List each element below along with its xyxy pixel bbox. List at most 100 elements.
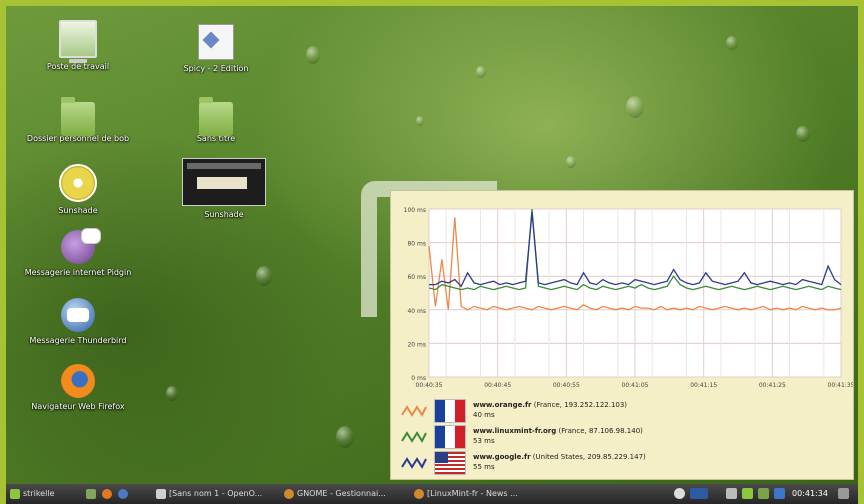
legend-row-orange: www.orange.fr (France, 193.252.122.103) … (401, 399, 841, 423)
browser-icon (414, 488, 424, 499)
wallpaper-drop (726, 36, 738, 50)
desktop-icon-label: Messagerie Thunderbird (29, 336, 127, 345)
fr-flag-icon (434, 399, 466, 423)
desktop-icon-label: Sunshade (58, 206, 98, 215)
task-openoffice[interactable]: [Sans nom 1 - OpenO... (156, 487, 276, 501)
x-tick-label: 00:41:05 (622, 382, 649, 389)
fr-flag-icon (434, 425, 466, 449)
desktop-icon-thunderbird[interactable]: Messagerie Thunderbird (18, 298, 138, 346)
thunderbird-launcher[interactable] (118, 487, 132, 501)
task-label: [LinuxMint-fr - News ... (427, 489, 518, 498)
legend-detail: (France, 193.252.122.103) (533, 401, 628, 409)
task-gnome[interactable]: GNOME - Gestionnai... (284, 487, 404, 501)
taskbar: strikelle [Sans nom 1 - OpenO... GNOME -… (6, 484, 858, 504)
show-desktop-launcher[interactable] (86, 487, 100, 501)
legend-host: www.google.fr (United States, 209.85.229… (473, 453, 646, 461)
folder-icon (199, 97, 233, 136)
firefox-icon (61, 364, 95, 398)
document-icon (156, 488, 166, 499)
clock[interactable]: 00:41:34 (792, 487, 832, 501)
x-tick-label: 00:40:55 (553, 382, 580, 389)
desktop-icon-label: Sunshade (204, 210, 244, 219)
wallpaper-drop (336, 426, 354, 448)
desktop-icon-computer[interactable]: Poste de travail (18, 20, 138, 72)
wallpaper-drop (256, 266, 272, 286)
menu-button[interactable]: strikelle (10, 487, 70, 501)
disc-icon (59, 164, 97, 202)
task-label: [Sans nom 1 - OpenO... (169, 489, 263, 498)
desktop-icon-folder[interactable]: Sans titre (156, 96, 276, 144)
wallpaper-drop (306, 46, 320, 64)
desktop-icon-firefox[interactable]: Navigateur Web Firefox (18, 364, 138, 412)
firefox-icon (102, 488, 112, 499)
legend-hostname: www.google.fr (473, 453, 531, 461)
update-manager-icon[interactable] (758, 488, 769, 499)
wallpaper-drop (166, 386, 178, 401)
desktop-icon-sunshade-thumbnail[interactable]: Sunshade (174, 158, 274, 220)
desktop-icon-label: Navigateur Web Firefox (31, 402, 125, 411)
keyboard-layout-icon[interactable] (690, 488, 708, 499)
legend-wave-line (401, 431, 427, 444)
x-tick-label: 00:41:15 (690, 382, 717, 389)
legend-row-linuxmint: www.linuxmint-fr.org (France, 87.106.98.… (401, 425, 841, 449)
task-label: GNOME - Gestionnai... (297, 489, 386, 498)
y-tick-label: 100 ms (404, 207, 426, 214)
wallpaper-drop (796, 126, 810, 142)
wallpaper-drop (476, 66, 486, 78)
y-tick-label: 60 ms (407, 274, 426, 281)
legend-latency: 53 ms (473, 437, 495, 445)
legend-host: www.orange.fr (France, 193.252.122.103) (473, 401, 627, 409)
firefox-launcher[interactable] (102, 487, 116, 501)
legend-host: www.linuxmint-fr.org (France, 87.106.98.… (473, 427, 643, 435)
wifi-icon[interactable] (742, 488, 753, 499)
mint-menu-icon (10, 488, 20, 499)
latency-chart: 100 ms 80 ms 60 ms 40 ms 20 ms 0 ms 00:40:35 0… (404, 207, 853, 389)
desktop-icon-label: Messagerie internet Pidgin (24, 268, 132, 277)
legend-row-google: www.google.fr (United States, 209.85.229… (401, 451, 841, 475)
x-tick-label: 00:41:25 (759, 382, 786, 389)
desktop-icon-label: Spicy - 2 Édition (183, 64, 249, 73)
desktop-icon-home-folder[interactable]: Dossier personnel de bob (18, 96, 138, 144)
us-flag-icon (434, 451, 466, 475)
orange-wave-icon (401, 405, 427, 418)
lock-icon[interactable] (726, 488, 737, 499)
menu-user-label: strikelle (23, 489, 55, 498)
desktop-icon (86, 488, 96, 499)
legend-detail: (United States, 209.85.229.147) (532, 453, 646, 461)
legend-latency: 55 ms (473, 463, 495, 471)
ping-graph-window[interactable]: 100 ms 80 ms 60 ms 40 ms 20 ms 0 ms 00:40:35 0… (390, 190, 854, 480)
green-wave-icon (401, 431, 427, 444)
desktop-icon-document[interactable]: Spicy - 2 Édition (156, 24, 276, 74)
desktop-icon-sunshade-disc[interactable]: Sunshade (18, 164, 138, 216)
legend-hostname: www.orange.fr (473, 401, 532, 409)
y-tick-label: 20 ms (407, 341, 426, 348)
legend-detail: (France, 87.106.98.140) (558, 427, 643, 435)
wallpaper-drop (566, 156, 576, 168)
wallpaper-drop (626, 96, 644, 118)
wallpaper-drop (416, 116, 424, 126)
legend-wave-line (401, 405, 427, 418)
legend-latency: 40 ms (473, 411, 495, 419)
desktop-icon-pidgin[interactable]: Messagerie internet Pidgin (18, 228, 138, 278)
x-tick-label: 00:40:45 (484, 382, 511, 389)
bluetooth-icon[interactable] (774, 488, 785, 499)
blue-wave-icon (401, 457, 427, 470)
y-tick-label: 0 ms (411, 375, 426, 382)
window-thumbnail (182, 158, 266, 206)
thunderbird-icon (118, 488, 128, 499)
task-linuxmint[interactable]: [LinuxMint-fr - News ... (414, 487, 534, 501)
pidgin-icon (61, 228, 101, 264)
home-folder-icon (61, 97, 95, 136)
y-tick-label: 40 ms (407, 308, 426, 315)
power-icon[interactable] (838, 488, 849, 499)
legend-wave-line (401, 457, 427, 470)
thunderbird-icon (61, 298, 95, 332)
network-icon[interactable] (674, 488, 685, 499)
gnome-icon (284, 488, 294, 499)
x-tick-label: 00:41:35 (828, 382, 853, 389)
x-tick-label: 00:40:35 (416, 382, 443, 389)
computer-icon (59, 20, 97, 63)
desktop-icon-label: Poste de travail (46, 62, 110, 71)
legend-hostname: www.linuxmint-fr.org (473, 427, 557, 435)
document-icon (198, 24, 234, 60)
